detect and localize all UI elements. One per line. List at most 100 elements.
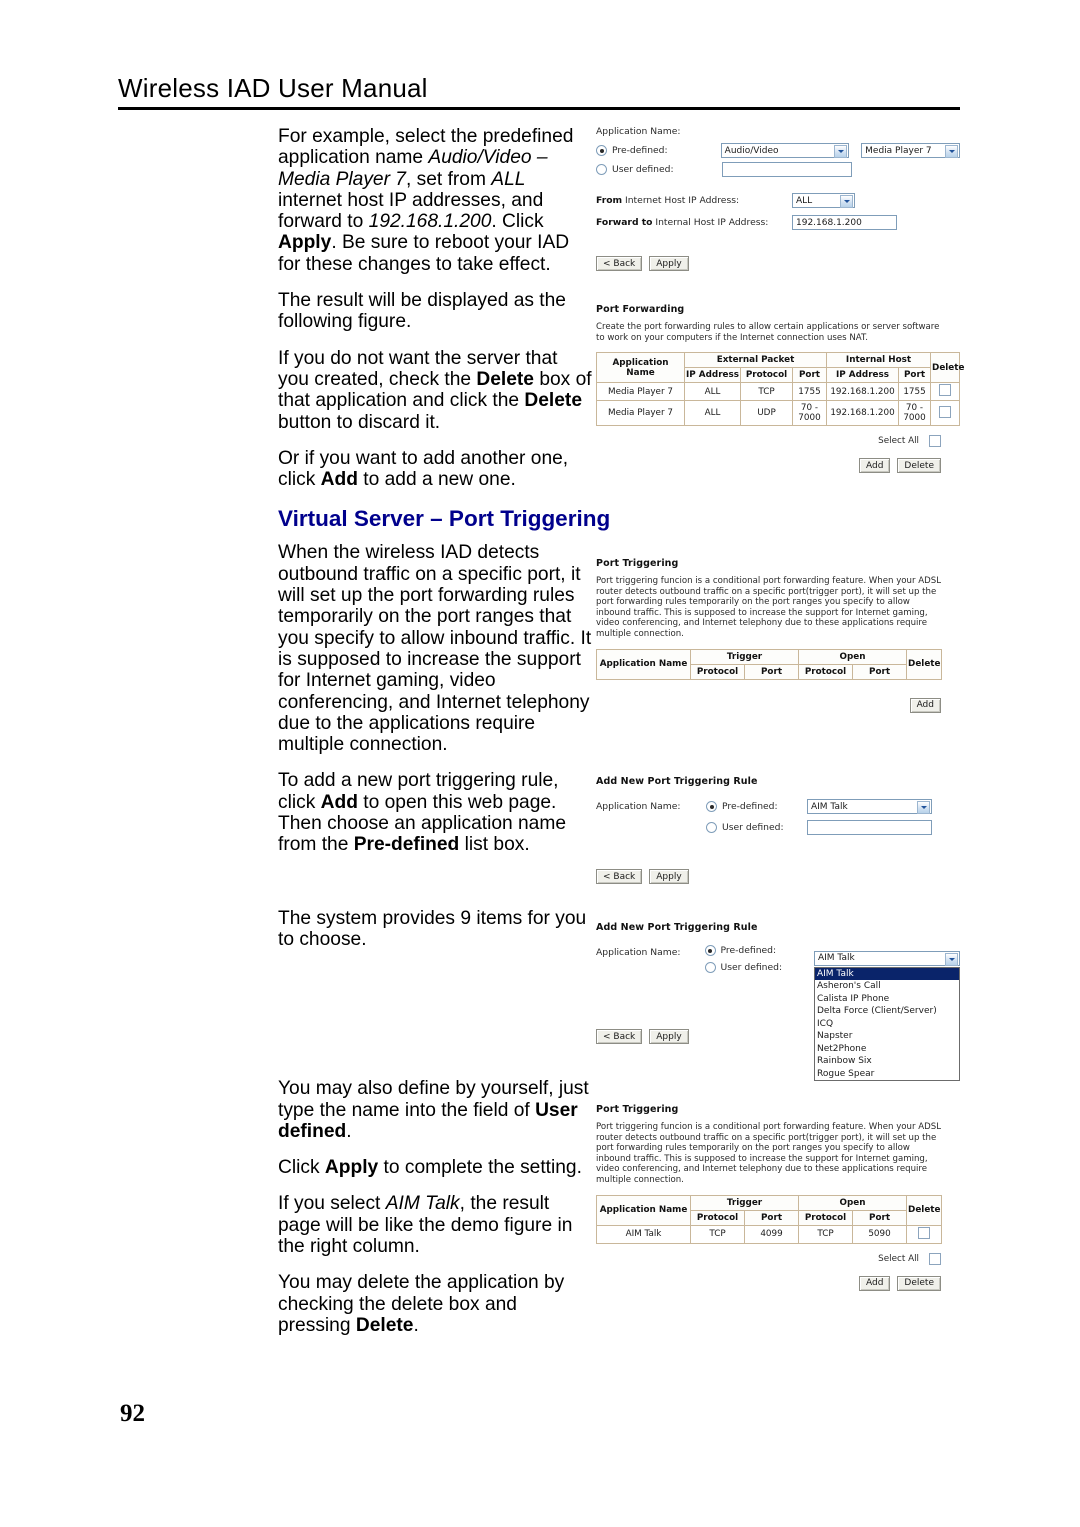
application-select-value: Media Player 7 <box>865 145 932 156</box>
page-number: 92 <box>120 1400 145 1427</box>
predefined-select[interactable]: AIM Talk <box>814 950 960 966</box>
text-run-bold: Apply <box>278 232 332 254</box>
table-header-row-1: Application Name External Packet Interna… <box>596 352 964 384</box>
dropdown-option[interactable]: Napster <box>815 1030 959 1043</box>
application-name-label: Application Name: <box>596 126 681 137</box>
delete-checkbox[interactable] <box>939 405 952 418</box>
dropdown-option[interactable]: Net2Phone <box>815 1043 959 1056</box>
paragraph-click-apply: Click Apply to complete the setting. <box>278 1157 593 1178</box>
userdefined-label: User defined: <box>722 822 784 833</box>
predefined-radio[interactable] <box>596 145 607 156</box>
back-button[interactable]: < Back <box>596 256 643 271</box>
port-triggering-description: Port triggering funcion is a conditional… <box>596 1122 941 1185</box>
th-trigger: Trigger <box>689 1194 800 1211</box>
form-button-bar: < Back Apply <box>596 256 960 271</box>
from-internet-host-row: From Internet Host IP Address: ALL <box>596 193 960 208</box>
paragraph-add: Or if you want to add another one, click… <box>278 448 593 491</box>
predefined-radio[interactable] <box>706 801 717 812</box>
port-forwarding-title: Port Forwarding <box>596 304 685 315</box>
add-button[interactable]: Add <box>858 458 891 474</box>
add-button[interactable]: Add <box>858 1275 891 1291</box>
delete-button[interactable]: Delete <box>897 1275 941 1291</box>
predefined-option-row: Pre-defined: <box>704 945 815 956</box>
predefined-radio[interactable] <box>704 945 716 956</box>
th-ext-port: Port <box>792 367 827 384</box>
category-select[interactable]: Audio/Video <box>720 143 850 158</box>
text-run: If you select <box>278 1193 386 1215</box>
select-all-row: Select All <box>596 1252 941 1265</box>
select-all-checkbox[interactable] <box>929 1252 941 1265</box>
cell-app: Media Player 7 <box>596 400 685 427</box>
select-all-checkbox[interactable] <box>929 435 941 448</box>
text-run: . <box>413 1314 419 1336</box>
select-all-label: Select All <box>878 1253 919 1264</box>
paragraph-delete: If you do not want the server that you c… <box>278 348 593 433</box>
back-button[interactable]: < Back <box>596 1029 643 1044</box>
forward-to-host-input[interactable]: 192.168.1.200 <box>792 215 897 230</box>
predefined-dropdown-list[interactable]: AIM Talk Asheron's Call Calista IP Phone… <box>814 966 960 1081</box>
select-all-label: Select All <box>878 436 919 447</box>
text-run: Click <box>278 1157 325 1179</box>
forward-to-host-label: Forward to Internal Host IP Address: <box>596 217 792 228</box>
th-trigger-protocol: Protocol <box>690 1209 745 1226</box>
dropdown-option[interactable]: AIM Talk <box>815 967 959 980</box>
userdefined-input[interactable] <box>807 820 932 835</box>
cell-open-protocol: TCP <box>798 1224 854 1244</box>
apply-button[interactable]: Apply <box>649 869 689 884</box>
back-button[interactable]: < Back <box>596 869 643 884</box>
userdefined-radio[interactable] <box>704 962 716 973</box>
cell-app: AIM Talk <box>596 1224 691 1244</box>
dropdown-option[interactable]: Asheron's Call <box>815 980 959 993</box>
dropdown-option[interactable]: Calista IP Phone <box>815 993 959 1006</box>
add-button[interactable]: Add <box>909 697 941 713</box>
application-select[interactable]: Media Player 7 <box>861 143 960 158</box>
category-select-value: Audio/Video <box>724 145 779 156</box>
port-forwarding-table: Application Name External Packet Interna… <box>596 352 964 427</box>
chevron-down-icon <box>834 145 848 158</box>
forward-to-host-row: Forward to Internal Host IP Address: 192… <box>596 215 960 230</box>
from-rest: Internet Host IP Address: <box>622 195 740 206</box>
cell-int-ip: 192.168.1.200 <box>826 400 899 427</box>
th-application-name: Application Name <box>596 648 691 680</box>
delete-checkbox[interactable] <box>918 1226 931 1239</box>
th-ext-protocol: Protocol <box>740 367 793 384</box>
th-internal-host: Internal Host <box>825 352 932 369</box>
table-header-row-1: Application Name Trigger Open Delete <box>596 1194 943 1226</box>
cell-open-port: 5090 <box>852 1224 908 1244</box>
cell-int-ip: 192.168.1.200 <box>826 382 899 402</box>
text-run-italic: AIM Talk <box>385 1193 460 1215</box>
paragraph-delete-app: You may delete the application by checki… <box>278 1272 593 1336</box>
dropdown-option[interactable]: Rogue Spear <box>815 1068 959 1081</box>
userdefined-radio[interactable] <box>706 822 717 833</box>
from-internet-host-label: From Internet Host IP Address: <box>596 195 792 206</box>
delete-checkbox[interactable] <box>939 384 952 397</box>
predefined-select[interactable]: AIM Talk <box>807 799 932 814</box>
userdefined-radio[interactable] <box>596 164 607 175</box>
dropdown-option[interactable]: Delta Force (Client/Server) <box>815 1005 959 1018</box>
th-application-name: Application Name <box>596 352 685 384</box>
th-open: Open <box>798 648 908 665</box>
application-name-label: Application Name: <box>596 947 681 958</box>
text-run: . <box>346 1120 352 1142</box>
apply-button[interactable]: Apply <box>649 256 689 271</box>
text-run-bold: Delete <box>476 368 534 390</box>
delete-button[interactable]: Delete <box>897 458 941 474</box>
cell-int-port: 1755 <box>897 382 932 402</box>
userdefined-row: User defined: <box>596 162 960 177</box>
dropdown-option[interactable]: ICQ <box>815 1018 959 1031</box>
apply-button[interactable]: Apply <box>649 1029 689 1044</box>
paragraph-example: For example, select the predefined appli… <box>278 126 593 275</box>
text-run-bold: Apply <box>324 1157 379 1179</box>
dropdown-option[interactable]: Rainbow Six <box>815 1055 959 1068</box>
chevron-down-icon <box>945 952 958 966</box>
page-title: Wireless IAD User Manual <box>118 73 428 103</box>
port-triggering-table-empty: Application Name Trigger Open Delete Pro… <box>596 648 943 680</box>
forward-rest: Internal Host IP Address: <box>652 217 769 228</box>
table-button-bar: Add Delete <box>596 1275 941 1291</box>
port-triggering-title: Port Triggering <box>596 558 679 569</box>
th-open-protocol: Protocol <box>798 1209 854 1226</box>
from-host-select[interactable]: ALL <box>792 193 855 208</box>
cell-ext-port: 1755 <box>792 382 827 402</box>
userdefined-input[interactable] <box>722 162 852 177</box>
figure-port-triggering-result: Port Triggering Port triggering funcion … <box>596 1104 960 1291</box>
